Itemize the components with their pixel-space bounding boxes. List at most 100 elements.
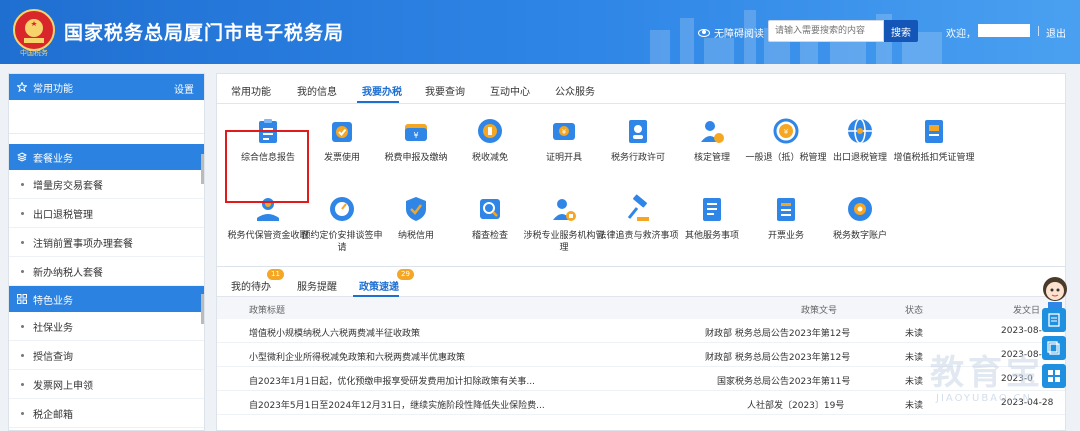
pricing-gauge-icon	[327, 194, 357, 224]
sidebar-special-header[interactable]: 特色业务	[9, 286, 204, 312]
highlight-box	[225, 130, 309, 203]
policy-count-badge: 29	[397, 269, 414, 280]
tile-assessment[interactable]: 核定管理	[671, 116, 753, 164]
policy-table-header: 政策标题 政策文号 状态 发文日	[217, 297, 1065, 319]
sidebar-item-special-3[interactable]: 税企邮箱	[9, 399, 204, 428]
grid-icon	[1048, 370, 1060, 382]
sidebar-item-label: 注销前置事项办理套餐	[33, 238, 133, 250]
tab-policy-express[interactable]: 政策速递	[359, 278, 399, 293]
sidebar-package-header[interactable]: 套餐业务	[9, 144, 204, 170]
tab-query[interactable]: 我要查询	[425, 83, 465, 98]
accessibility-label: 无障碍阅读	[714, 29, 764, 40]
sidebar-common-header[interactable]: 常用功能 设置	[9, 74, 204, 100]
col-title: 政策标题	[249, 306, 286, 316]
tile-tax-declare-pay[interactable]: ¥ 税费申报及缴纳	[375, 116, 457, 164]
document-edit-icon	[1048, 313, 1060, 327]
tile-general-refund[interactable]: ¥ 一般退（抵）税管理	[745, 116, 827, 164]
certificate-icon: ¥	[549, 116, 579, 146]
watermark-url: JIAOYUBAO.CN	[936, 393, 1032, 404]
bullet-icon	[21, 182, 24, 186]
search-input[interactable]	[768, 20, 884, 42]
sidebar-settings-link[interactable]: 设置	[174, 81, 194, 96]
row-title[interactable]: 自2023年5月1日至2024年12月31日，继续实施阶段性降低失业保险费...	[249, 398, 545, 411]
row-title[interactable]: 小型微利企业所得税减免政策和六税两费减半优惠政策	[249, 350, 465, 363]
tab-public-service[interactable]: 公众服务	[555, 83, 595, 98]
tab-service-reminder[interactable]: 服务提醒	[297, 278, 337, 293]
grid-tools-button[interactable]	[1042, 364, 1066, 388]
sidebar-item-package-1[interactable]: 出口退税管理	[9, 199, 204, 228]
top-header: 中国税务 国家税务总局厦门市电子税务局 无障碍阅读 搜索 欢迎， 退出	[0, 0, 1080, 64]
row-status: 未读	[905, 401, 924, 411]
tile-export-refund[interactable]: 出口退税管理	[819, 116, 901, 164]
tile-legal-remedy[interactable]: 法律追责与救济事项	[597, 194, 679, 242]
sidebar-item-package-0[interactable]: 增量房交易套餐	[9, 170, 204, 199]
sidebar-scrollbar-2[interactable]	[201, 294, 204, 324]
tab-common[interactable]: 常用功能	[231, 83, 271, 98]
assessment-user-icon	[697, 116, 727, 146]
sidebar-item-special-1[interactable]: 授信查询	[9, 341, 204, 370]
tile-other-services[interactable]: 其他服务事项	[671, 194, 753, 242]
tile-label: 预约定价安排谈签申请	[301, 231, 383, 253]
tile-audit-inspection[interactable]: 稽查检查	[449, 194, 531, 242]
site-title: 国家税务总局厦门市电子税务局	[64, 22, 345, 44]
tile-label: 出口退税管理	[832, 153, 887, 163]
tile-label: 发票使用	[323, 153, 360, 163]
sidebar-item-package-3[interactable]: 新办纳税人套餐	[9, 257, 204, 286]
sidebar-item-special-2[interactable]: 发票网上申领	[9, 370, 204, 399]
bullet-icon	[21, 211, 24, 215]
bullet-icon	[21, 411, 24, 415]
assistant-avatar-icon[interactable]	[1040, 275, 1070, 309]
tile-certificate[interactable]: ¥ 证明开具	[523, 116, 605, 164]
bullet-icon	[21, 240, 24, 244]
star-icon	[17, 82, 27, 92]
tab-interaction[interactable]: 互动中心	[490, 83, 530, 98]
header-separator	[1038, 26, 1039, 36]
accessibility-reading-link[interactable]: 无障碍阅读	[698, 25, 764, 40]
tile-tax-reduction[interactable]: 税收减免	[449, 116, 531, 164]
admin-license-icon	[623, 116, 653, 146]
tile-agency-management[interactable]: 涉税专业服务机构管理	[523, 194, 605, 254]
row-date: 2023-08-	[1001, 326, 1042, 336]
todo-count-badge: 11	[267, 269, 284, 280]
tab-my-info[interactable]: 我的信息	[297, 83, 337, 98]
tile-label: 稽查检查	[471, 231, 508, 241]
bullet-icon	[21, 324, 24, 328]
tile-tax-credit[interactable]: 纳税信用	[375, 194, 457, 242]
bullet-icon	[21, 382, 24, 386]
tile-label: 其他服务事项	[684, 231, 739, 241]
tile-label: 税收减免	[471, 153, 508, 163]
refund-cycle-icon: ¥	[771, 116, 801, 146]
tax-emblem-icon	[13, 9, 55, 51]
tile-label: 开票业务	[767, 231, 804, 241]
tile-label: 纳税信用	[397, 231, 434, 241]
tile-label: 一般退（抵）税管理	[745, 153, 827, 163]
tile-label: 涉税专业服务机构管理	[523, 231, 605, 253]
row-status: 未读	[905, 329, 924, 339]
col-status: 状态	[905, 306, 924, 316]
tile-invoice-use[interactable]: 发票使用	[301, 116, 383, 164]
tile-invoice-issue[interactable]: 开票业务	[745, 194, 827, 242]
svg-text:¥: ¥	[784, 128, 789, 136]
tile-pricing-arrangement[interactable]: 预约定价安排谈签申请	[301, 194, 383, 254]
main-tabs: 常用功能 我的信息 我要办税 我要查询 互动中心 公众服务	[217, 74, 1065, 104]
sidebar-item-special-0[interactable]: 社保业务	[9, 312, 204, 341]
tile-vat-voucher[interactable]: 增值税抵扣凭证管理	[893, 116, 975, 164]
feedback-button[interactable]	[1042, 308, 1066, 332]
sidebar-scrollbar[interactable]	[201, 154, 204, 184]
main-service-panel: 常用功能 我的信息 我要办税 我要查询 互动中心 公众服务 综合信息报告 发票使…	[216, 73, 1066, 267]
tile-digital-account[interactable]: 税务数字账户	[819, 194, 901, 242]
table-row[interactable]: 增值税小规模纳税人六税两费减半征收政策 财政部 税务总局公告2023年第12号 …	[217, 319, 1065, 343]
row-title[interactable]: 自2023年1月1日起，优化预缴申报享受研发费用加计扣除政策有关事...	[249, 374, 535, 387]
search-button[interactable]: 搜索	[884, 20, 918, 42]
tab-my-todo[interactable]: 我的待办	[231, 278, 271, 293]
svg-text:¥: ¥	[413, 131, 418, 140]
logout-link[interactable]: 退出	[1046, 25, 1066, 40]
tab-tax-handling[interactable]: 我要办税	[362, 83, 402, 98]
tile-admin-license[interactable]: 税务行政许可	[597, 116, 679, 164]
sidebar-item-label: 发票网上申领	[33, 380, 93, 392]
sidebar-item-package-2[interactable]: 注销前置事项办理套餐	[9, 228, 204, 257]
copy-button[interactable]	[1042, 336, 1066, 360]
sidebar-item-label: 出口退税管理	[33, 209, 93, 221]
invoice-check-icon	[327, 116, 357, 146]
row-title[interactable]: 增值税小规模纳税人六税两费减半征收政策	[249, 326, 420, 339]
